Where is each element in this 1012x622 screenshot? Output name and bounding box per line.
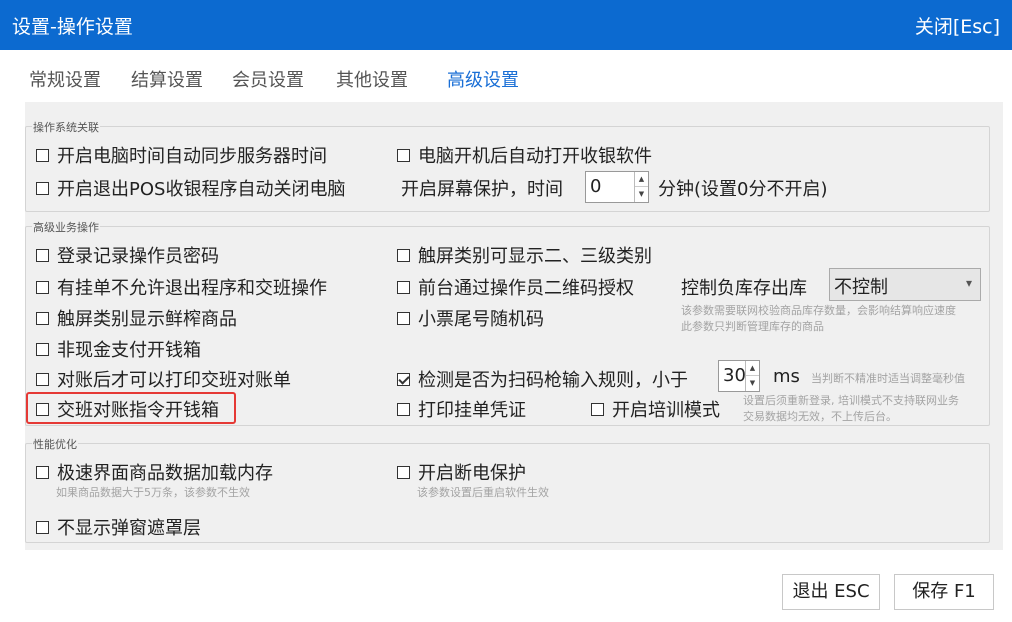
- tab-advanced[interactable]: 高级设置: [447, 66, 519, 92]
- close-button[interactable]: 关闭[Esc]: [915, 12, 1000, 39]
- checkbox-label: 触屏类别显示鲜榨商品: [57, 309, 237, 330]
- stock-control-hint: 该参数需要联网校验商品库存数量，会影响结算响应速度 此参数只判断管理库存的商品: [681, 303, 956, 335]
- checkbox-label: 开启断电保护: [418, 463, 526, 484]
- checkbox-label: 非现金支付开钱箱: [57, 340, 201, 361]
- checkbox-label: 极速界面商品数据加载内存: [57, 463, 273, 484]
- stepper-buttons: ▲ ▼: [634, 172, 648, 202]
- save-button[interactable]: 保存 F1: [894, 574, 994, 610]
- checkbox-label: 对账后才可以打印交班对账单: [57, 370, 291, 391]
- screensaver-minutes-stepper[interactable]: 0 ▲ ▼: [585, 171, 649, 203]
- checkbox-box[interactable]: [36, 148, 49, 162]
- tab-general[interactable]: 常规设置: [29, 66, 101, 92]
- checkbox-noncash-drawer[interactable]: 非现金支付开钱箱: [36, 336, 201, 362]
- checkbox-label: 不显示弹窗遮罩层: [57, 518, 201, 539]
- checkbox-label: 检测是否为扫码枪输入规则，小于: [418, 370, 688, 391]
- stepper-up-icon[interactable]: ▲: [746, 361, 759, 376]
- checkbox-fast-load[interactable]: 极速界面商品数据加载内存: [36, 459, 273, 485]
- checkbox-auto-start[interactable]: 电脑开机后自动打开收银软件: [397, 142, 652, 168]
- exit-button[interactable]: 退出 ESC: [782, 574, 880, 610]
- checkbox-receipt-random[interactable]: 小票尾号随机码: [397, 305, 544, 331]
- checkbox-box[interactable]: [397, 248, 410, 262]
- power-protect-hint: 该参数设置后重启软件生效: [417, 486, 549, 499]
- checkbox-box[interactable]: [397, 372, 410, 386]
- checkbox-label: 打印挂单凭证: [418, 400, 526, 421]
- checkbox-box[interactable]: [36, 402, 49, 416]
- stock-control-label: 控制负库存出库: [681, 278, 807, 299]
- checkbox-box[interactable]: [36, 372, 49, 386]
- tab-bar: 常规设置 结算设置 会员设置 其他设置 高级设置: [0, 50, 1012, 102]
- stepper-buttons: ▲ ▼: [745, 361, 759, 391]
- checkbox-training-mode[interactable]: 开启培训模式: [591, 396, 720, 422]
- checkbox-touch-category[interactable]: 触屏类别可显示二、三级类别: [397, 242, 652, 268]
- checkbox-sync-time[interactable]: 开启电脑时间自动同步服务器时间: [36, 142, 327, 168]
- checkbox-reconcile-print[interactable]: 对账后才可以打印交班对账单: [36, 366, 291, 392]
- checkbox-label: 有挂单不允许退出程序和交班操作: [57, 278, 327, 299]
- screensaver-unit: 分钟(设置0分不开启): [658, 179, 828, 200]
- checkbox-box[interactable]: [36, 248, 49, 262]
- stock-control-select[interactable]: 不控制 ▾: [829, 268, 981, 301]
- group-performance-legend: 性能优化: [32, 436, 78, 452]
- scanner-ms-stepper[interactable]: 30 ▲ ▼: [718, 360, 760, 392]
- stock-control-value: 不控制: [834, 277, 888, 298]
- checkbox-label: 电脑开机后自动打开收银软件: [418, 146, 652, 167]
- screensaver-minutes-value[interactable]: 0: [590, 176, 601, 197]
- checkbox-login-pwd[interactable]: 登录记录操作员密码: [36, 242, 219, 268]
- title-bar: 设置-操作设置 关闭[Esc]: [0, 0, 1012, 50]
- checkbox-box[interactable]: [397, 148, 410, 162]
- checkbox-label: 登录记录操作员密码: [57, 246, 219, 267]
- scanner-ms-value[interactable]: 30: [723, 365, 746, 386]
- checkbox-box[interactable]: [397, 465, 410, 479]
- stepper-down-icon[interactable]: ▼: [746, 376, 759, 391]
- hint-line: 此参数只判断管理库存的商品: [681, 320, 824, 333]
- checkbox-auto-shutdown[interactable]: 开启退出POS收银程序自动关闭电脑: [36, 175, 345, 201]
- checkbox-print-pending[interactable]: 打印挂单凭证: [397, 396, 526, 422]
- checkbox-pending-block[interactable]: 有挂单不允许退出程序和交班操作: [36, 274, 327, 300]
- checkbox-qr-auth[interactable]: 前台通过操作员二维码授权: [397, 274, 634, 300]
- checkbox-box[interactable]: [397, 402, 410, 416]
- checkbox-label: 小票尾号随机码: [418, 309, 544, 330]
- checkbox-no-mask[interactable]: 不显示弹窗遮罩层: [36, 514, 201, 540]
- checkbox-touch-fresh[interactable]: 触屏类别显示鲜榨商品: [36, 305, 237, 331]
- checkbox-box[interactable]: [36, 280, 49, 294]
- tab-member[interactable]: 会员设置: [232, 66, 304, 92]
- window-title: 设置-操作设置: [12, 16, 133, 38]
- group-os-legend: 操作系统关联: [32, 119, 100, 135]
- hint-line: 该参数需要联网校验商品库存数量，会影响结算响应速度: [681, 304, 956, 317]
- screensaver-label: 开启屏幕保护，时间: [401, 179, 563, 200]
- checkbox-label: 前台通过操作员二维码授权: [418, 278, 634, 299]
- scanner-ms-unit: ms: [773, 366, 800, 387]
- checkbox-label: 交班对账指令开钱箱: [57, 400, 219, 421]
- training-hint: 设置后须重新登录, 培训模式不支持联网业务 交易数据均无效，不上传后台。: [743, 393, 959, 425]
- checkbox-box[interactable]: [397, 280, 410, 294]
- checkbox-power-protect[interactable]: 开启断电保护: [397, 459, 526, 485]
- checkbox-box[interactable]: [36, 465, 49, 479]
- hint-line: 设置后须重新登录, 培训模式不支持联网业务: [743, 394, 959, 407]
- tab-other[interactable]: 其他设置: [336, 66, 408, 92]
- group-advanced-legend: 高级业务操作: [32, 219, 100, 235]
- checkbox-shift-drawer[interactable]: 交班对账指令开钱箱: [36, 396, 219, 422]
- scanner-hint: 当判断不精准时适当调整毫秒值: [811, 372, 965, 385]
- hint-line: 交易数据均无效，不上传后台。: [743, 410, 897, 423]
- checkbox-box[interactable]: [36, 311, 49, 325]
- chevron-down-icon: ▾: [965, 276, 972, 290]
- checkbox-label: 开启培训模式: [612, 400, 720, 421]
- checkbox-box[interactable]: [36, 181, 49, 195]
- checkbox-box[interactable]: [397, 311, 410, 325]
- fast-load-hint: 如果商品数据大于5万条，该参数不生效: [56, 486, 250, 499]
- checkbox-box[interactable]: [591, 402, 604, 416]
- checkbox-scanner-detect[interactable]: 检测是否为扫码枪输入规则，小于: [397, 366, 688, 392]
- checkbox-box[interactable]: [36, 342, 49, 356]
- checkbox-label: 触屏类别可显示二、三级类别: [418, 246, 652, 267]
- checkbox-label: 开启退出POS收银程序自动关闭电脑: [57, 179, 346, 200]
- tab-checkout[interactable]: 结算设置: [131, 66, 203, 92]
- checkbox-box[interactable]: [36, 520, 49, 534]
- checkbox-label: 开启电脑时间自动同步服务器时间: [57, 146, 327, 167]
- stepper-down-icon[interactable]: ▼: [635, 187, 648, 202]
- stepper-up-icon[interactable]: ▲: [635, 172, 648, 187]
